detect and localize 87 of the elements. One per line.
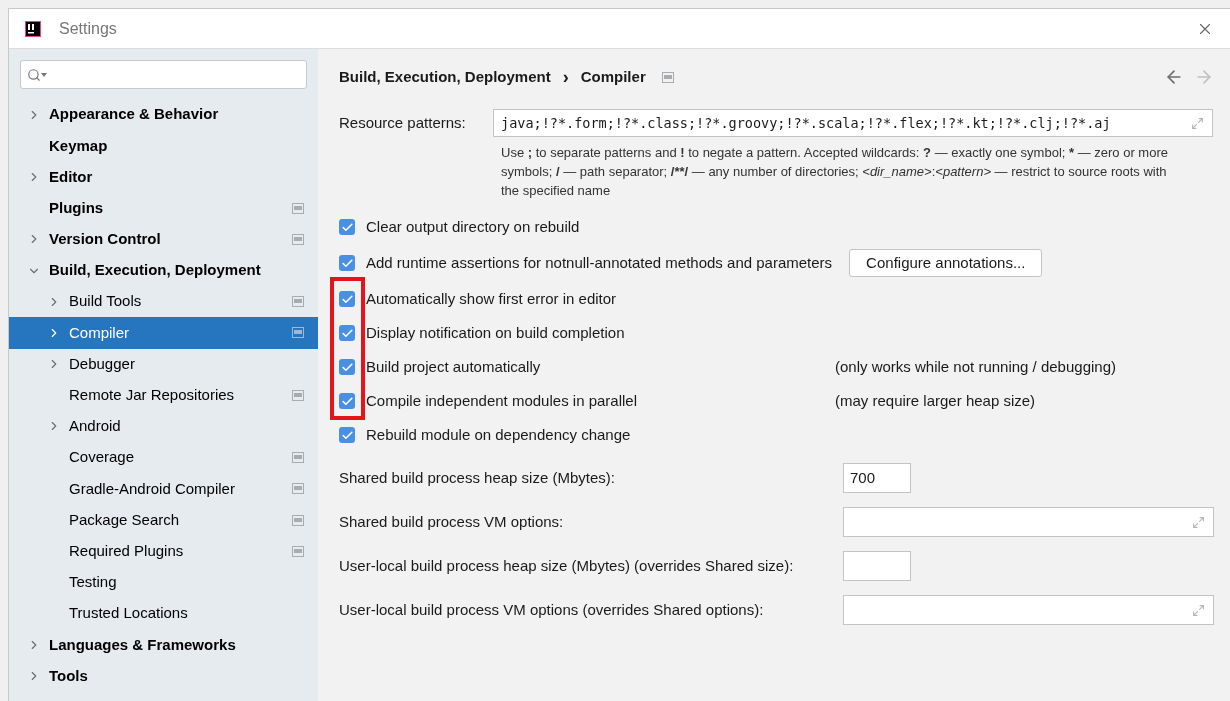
field-label: User-local build process heap size (Mbytes) (overrides Shared size): bbox=[339, 555, 795, 576]
tree-item[interactable]: Build, Execution, Deployment bbox=[9, 254, 318, 287]
project-level-icon bbox=[292, 545, 304, 557]
tree-item-label: Build, Execution, Deployment bbox=[49, 260, 262, 281]
option-label: Automatically show first error in editor bbox=[366, 288, 618, 309]
tree-item[interactable]: Package Search bbox=[9, 504, 318, 536]
project-level-icon bbox=[292, 452, 304, 464]
tree-item[interactable]: Coverage bbox=[9, 442, 318, 474]
tree-item-label: Testing bbox=[69, 572, 118, 593]
options-field[interactable] bbox=[843, 507, 1214, 537]
tree-item-label: Required Plugins bbox=[69, 540, 185, 561]
project-level-icon bbox=[292, 296, 304, 308]
tree-item[interactable]: Version Control bbox=[9, 223, 318, 255]
tree-item-label: Tools bbox=[49, 665, 89, 686]
project-level-icon bbox=[292, 233, 304, 245]
breadcrumb-item[interactable]: Compiler bbox=[580, 65, 646, 89]
tree-item-label: Editor bbox=[49, 166, 94, 187]
tree-item-label: Android bbox=[69, 416, 122, 437]
tree-item[interactable]: Gradle-Android Compiler bbox=[9, 473, 318, 505]
tree-item-label: Version Control bbox=[49, 229, 162, 250]
breadcrumb-item[interactable]: Build, Execution, Deployment bbox=[339, 65, 551, 89]
dropdown-caret-icon bbox=[41, 72, 47, 77]
search-field[interactable] bbox=[20, 60, 307, 89]
resource-patterns-field[interactable]: java;!?*.form;!?*.class;!?*.groovy;!?*.scala;!?*.flex;!?*.kt;!?*.clj;!?*.aj bbox=[493, 109, 1213, 137]
expand-icon[interactable] bbox=[1192, 515, 1205, 529]
option-label: Rebuild module on dependency change bbox=[366, 424, 632, 445]
tree-item[interactable]: Languages & Frameworks bbox=[9, 629, 318, 661]
tree-item-label: Package Search bbox=[69, 509, 181, 530]
breadcrumb-separator: › bbox=[562, 65, 569, 89]
tree-item-label: Compiler bbox=[69, 322, 130, 343]
tree-item[interactable]: Debugger bbox=[9, 348, 318, 380]
option-label: Clear output directory on rebuild bbox=[366, 216, 581, 237]
tree-item[interactable]: Plugins bbox=[9, 192, 318, 224]
number-field[interactable] bbox=[843, 551, 911, 581]
app-logo-icon bbox=[25, 20, 41, 37]
configure-annotations-button[interactable]: Configure annotations... bbox=[849, 249, 1043, 277]
option-label: Compile independent modules in parallel bbox=[366, 390, 638, 411]
project-level-icon bbox=[292, 514, 304, 526]
option-label: Build project automatically bbox=[366, 356, 542, 377]
tree-item[interactable]: Remote Jar Repositories bbox=[9, 379, 318, 411]
tree-item-label: Coverage bbox=[69, 447, 136, 468]
checkbox[interactable] bbox=[339, 219, 355, 235]
field-label: Shared build process VM options: bbox=[339, 511, 565, 532]
field-label: User-local build process VM options (overrides Shared options): bbox=[339, 599, 765, 620]
help-text: Use ; to separate patterns and ! to negate a pattern. Accepted wildcards: ? — exactly one symbol; * — zero or more symbols; / — path separator; /**/ — any number of directories; <dir_name>:<pattern> — restrict to source roots with the specified name bbox=[501, 144, 1169, 200]
tree-item-label: Plugins bbox=[49, 197, 105, 218]
option-label: Display notification on build completion bbox=[366, 322, 626, 343]
checkbox[interactable] bbox=[339, 325, 355, 341]
number-field[interactable]: 700 bbox=[843, 463, 911, 493]
window-title: Settings bbox=[59, 18, 117, 39]
field-label: Shared build process heap size (Mbytes): bbox=[339, 467, 616, 488]
project-level-icon bbox=[292, 327, 304, 339]
tree-item[interactable]: Required Plugins bbox=[9, 535, 318, 567]
tree-item[interactable]: Testing bbox=[9, 566, 318, 598]
tree-item[interactable]: Android bbox=[9, 410, 318, 443]
resource-patterns-label: Resource patterns: bbox=[339, 112, 467, 133]
checkbox[interactable] bbox=[339, 291, 355, 307]
tree-item[interactable]: Trusted Locations bbox=[9, 598, 318, 630]
tree-item[interactable]: Appearance & Behavior bbox=[9, 99, 318, 131]
option-note: (only works while not running / debugging) bbox=[835, 356, 1116, 377]
tree-item[interactable]: Tools bbox=[9, 660, 318, 692]
project-level-icon bbox=[292, 389, 304, 401]
tree-item-label: Remote Jar Repositories bbox=[69, 385, 236, 406]
tree-item[interactable]: Compiler bbox=[9, 317, 318, 349]
tree-item-label: Debugger bbox=[69, 353, 136, 374]
project-level-icon bbox=[661, 71, 674, 83]
tree-item[interactable]: Build Tools bbox=[9, 286, 318, 318]
tree-item-label: Appearance & Behavior bbox=[49, 104, 220, 125]
checkbox[interactable] bbox=[339, 255, 355, 271]
tree-item-label: Trusted Locations bbox=[69, 603, 189, 624]
option-label: Add runtime assertions for notnull-annotated methods and parameters bbox=[366, 252, 833, 273]
tree-item-label: Languages & Frameworks bbox=[49, 634, 237, 655]
tree-item[interactable]: Editor bbox=[9, 161, 318, 193]
checkbox[interactable] bbox=[339, 427, 355, 443]
search-icon bbox=[27, 67, 41, 82]
options-field[interactable] bbox=[843, 595, 1214, 625]
tree-item-label: Gradle-Android Compiler bbox=[69, 478, 236, 499]
tree-item-label: Keymap bbox=[49, 135, 109, 156]
project-level-icon bbox=[292, 202, 304, 214]
expand-icon[interactable] bbox=[1191, 116, 1204, 130]
checkbox[interactable] bbox=[339, 359, 355, 375]
option-note: (may require larger heap size) bbox=[835, 390, 1036, 411]
project-level-icon bbox=[292, 483, 304, 495]
checkbox[interactable] bbox=[339, 393, 355, 409]
expand-icon[interactable] bbox=[1192, 603, 1205, 617]
tree-item-label: Build Tools bbox=[69, 291, 143, 312]
tree-item[interactable]: Keymap bbox=[9, 130, 318, 162]
